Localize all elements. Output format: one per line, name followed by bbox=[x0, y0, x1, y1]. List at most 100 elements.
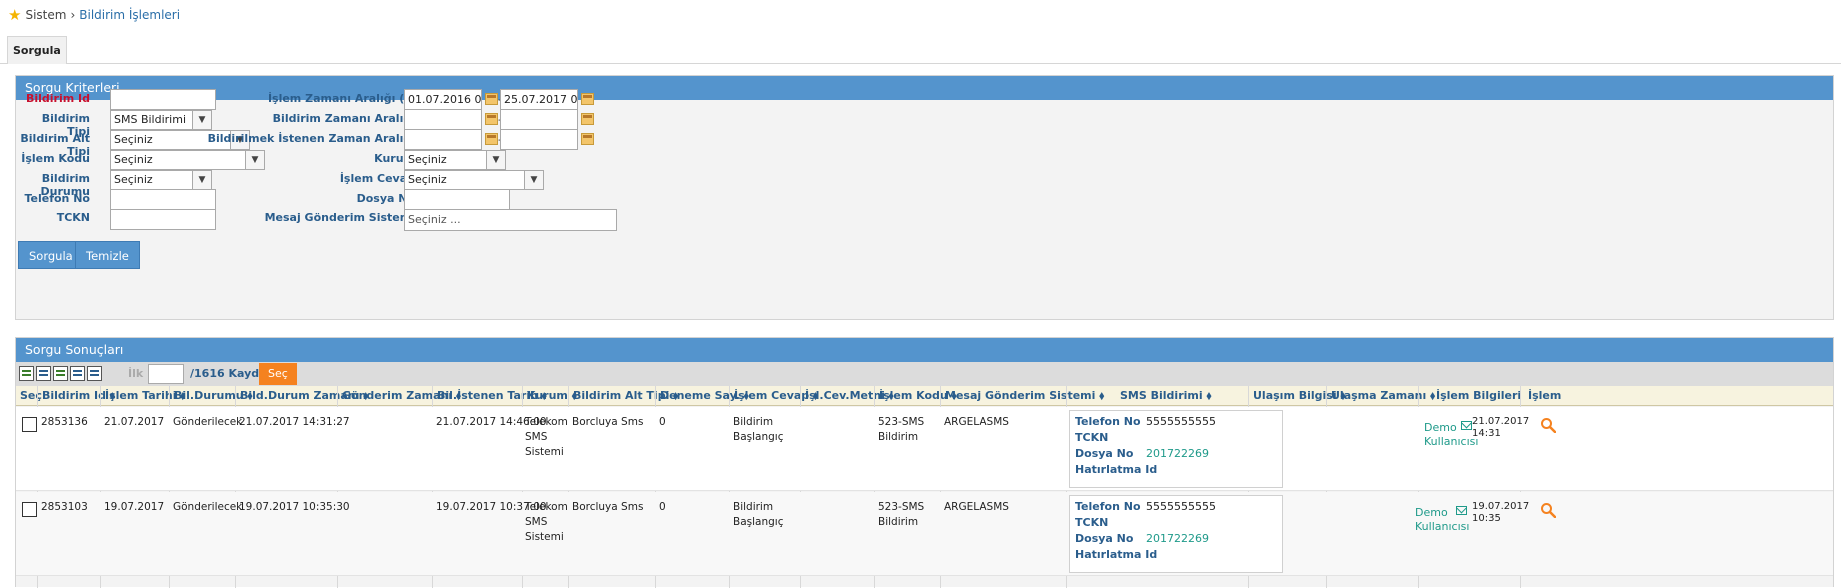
mail-icon[interactable] bbox=[1461, 421, 1472, 430]
calendar-icon[interactable] bbox=[485, 133, 498, 145]
page-input[interactable] bbox=[148, 364, 184, 384]
temizle-button[interactable]: Temizle bbox=[75, 241, 140, 269]
islem-bilgi-date: 21.07.2017 bbox=[1472, 416, 1530, 427]
search-icon[interactable] bbox=[1540, 417, 1556, 433]
bildirim-id-input[interactable] bbox=[110, 89, 216, 110]
breadcrumb-current[interactable]: Bildirim İşlemleri bbox=[79, 8, 180, 22]
cell-deneme: 0 bbox=[659, 501, 666, 513]
cell-alt-tipi: Borcluya Sms bbox=[572, 501, 644, 513]
cell-islem-kodu: 523-SMS Bildirim bbox=[878, 415, 924, 445]
results-panel-title: Sorgu Sonuçları bbox=[16, 338, 1833, 362]
select-all-icon[interactable] bbox=[19, 366, 34, 381]
islem-kodu-select[interactable]: Seçiniz ▼ bbox=[110, 150, 265, 170]
kurum-select[interactable]: Seçiniz ▼ bbox=[404, 150, 506, 170]
row-checkbox[interactable] bbox=[22, 502, 37, 517]
cell-islem-kodu: 523-SMS Bildirim bbox=[878, 500, 924, 530]
row-checkbox[interactable] bbox=[22, 417, 37, 432]
cell-islem-cevap: Bildirim Başlangıç bbox=[733, 415, 783, 445]
cell-bild-durum-zamani: 19.07.2017 10:35:30 bbox=[239, 501, 350, 513]
cell-islem-cevap-line: Başlangıç bbox=[733, 516, 784, 528]
chevron-down-icon[interactable]: ▼ bbox=[486, 151, 505, 169]
cell-islem-cevap: Bildirim Başlangıç bbox=[733, 500, 783, 530]
col-mesaj-gonderim-sistemi[interactable]: Mesaj Gönderim Sistemi ⬧ bbox=[942, 386, 1104, 406]
bildirim-durumu-select[interactable]: Seçiniz ▼ bbox=[110, 170, 212, 190]
calendar-icon[interactable] bbox=[581, 133, 594, 145]
cell-kurum-line: Sistemi bbox=[525, 531, 564, 543]
label-telefon-no: Telefon No bbox=[24, 192, 90, 205]
tab-sorgula[interactable]: Sorgula bbox=[7, 36, 67, 64]
sms-label-tckn: TCKN bbox=[1075, 431, 1109, 444]
bildirilmek-istenen-start-input[interactable] bbox=[404, 129, 482, 150]
star-icon[interactable]: ★ bbox=[8, 7, 21, 23]
first-page-link[interactable]: İlk bbox=[128, 367, 143, 380]
select-checked-icon[interactable] bbox=[53, 366, 68, 381]
cell-bil-durumu: Gönderilecek bbox=[173, 416, 243, 428]
calendar-icon[interactable] bbox=[581, 93, 594, 105]
islem-bilgi-date: 19.07.2017 bbox=[1472, 501, 1530, 512]
sms-label-telefon: Telefon No bbox=[1075, 415, 1141, 428]
chevron-down-icon[interactable]: ▼ bbox=[524, 171, 543, 189]
chevron-down-icon[interactable]: ▼ bbox=[245, 151, 264, 169]
mesaj-gonderim-sistemi-input[interactable]: Seçiniz ... bbox=[404, 209, 617, 231]
cell-kurum: Telekom SMS Sistemi bbox=[525, 500, 568, 545]
table-row[interactable]: 2853103 19.07.2017 Gönderilecek 19.07.20… bbox=[16, 492, 1833, 576]
col-islem-bilgileri: İşlem Bilgileri bbox=[1436, 389, 1522, 402]
bildirim-alt-tipi-value: Seçiniz bbox=[114, 133, 153, 146]
export-icon[interactable] bbox=[87, 366, 102, 381]
calendar-icon[interactable] bbox=[581, 113, 594, 125]
sms-info-box: Telefon No 5555555555 TCKN Dosya No 2017… bbox=[1069, 410, 1283, 488]
search-icon[interactable] bbox=[1540, 502, 1556, 518]
cell-kurum-line: Telekom bbox=[525, 501, 568, 513]
list-unchecked-icon[interactable] bbox=[70, 366, 85, 381]
results-panel: Sorgu Sonuçları İlk /1616 Kaydı Seç Seç … bbox=[15, 337, 1834, 588]
dosya-no-input[interactable] bbox=[404, 189, 510, 210]
sms-value-telefon: 5555555555 bbox=[1146, 500, 1216, 513]
bildirim-zamani-end-input[interactable] bbox=[500, 109, 578, 130]
record-count: /1616 Kaydı bbox=[190, 367, 263, 380]
calendar-icon[interactable] bbox=[485, 113, 498, 125]
islem-bilgi-tarih: 21.07.2017 14:31 bbox=[1472, 416, 1529, 440]
chevron-down-icon[interactable]: ▼ bbox=[192, 111, 211, 129]
cell-islem-cevap-line: Bildirim bbox=[733, 416, 774, 428]
mail-icon[interactable] bbox=[1456, 506, 1467, 515]
breadcrumb-separator: › bbox=[70, 8, 76, 22]
islem-zamani-start-input[interactable]: 01.07.2016 00:00 bbox=[404, 89, 482, 110]
cell-kurum-line: Telekom bbox=[525, 416, 568, 428]
cell-bil-durumu: Gönderilecek bbox=[173, 501, 243, 513]
sms-label-hatirlatma: Hatırlatma Id bbox=[1075, 463, 1158, 476]
cell-mesaj-sistemi: ARGELASMS bbox=[944, 416, 1009, 428]
cell-islem-kodu-line: Bildirim bbox=[878, 431, 919, 443]
islem-cevap-select[interactable]: Seçiniz ▼ bbox=[404, 170, 544, 190]
sms-value-dosya[interactable]: 201722269 bbox=[1146, 532, 1209, 545]
breadcrumb-root[interactable]: Sistem bbox=[25, 8, 66, 22]
cell-islem-kodu-line: 523-SMS bbox=[878, 416, 925, 428]
label-islem-kodu: İşlem Kodu bbox=[21, 152, 90, 165]
sorgula-button[interactable]: Sorgula bbox=[18, 241, 84, 269]
cell-kurum: Telekom SMS Sistemi bbox=[525, 415, 568, 460]
islem-cevap-value: Seçiniz bbox=[408, 173, 447, 186]
table-row[interactable]: 2853136 21.07.2017 Gönderilecek 21.07.20… bbox=[16, 407, 1833, 491]
bildirilmek-istenen-end-input[interactable] bbox=[500, 129, 578, 150]
col-ulasma-zamani[interactable]: Ulaşma Zamanı ⬧ bbox=[1328, 386, 1435, 406]
label-mesaj-gonderim-sistemi: Mesaj Gönderim Sistemi bbox=[264, 211, 415, 224]
bildirim-zamani-start-input[interactable] bbox=[404, 109, 482, 130]
sms-value-dosya[interactable]: 201722269 bbox=[1146, 447, 1209, 460]
bildirim-tipi-select[interactable]: SMS Bildirimi ▼ bbox=[110, 110, 212, 130]
chevron-down-icon[interactable]: ▼ bbox=[192, 171, 211, 189]
islem-zamani-end-input[interactable]: 25.07.2017 00:00 bbox=[500, 89, 578, 110]
sms-label-telefon: Telefon No bbox=[1075, 500, 1141, 513]
cell-bild-durum-zamani: 21.07.2017 14:31:27 bbox=[239, 416, 350, 428]
sec-button[interactable]: Seç bbox=[259, 363, 297, 385]
label-islem-zamani-araligi: İşlem Zamanı Aralığı (*) bbox=[267, 92, 415, 105]
col-sms-bildirimi[interactable]: SMS Bildirimi ⬧ bbox=[1117, 386, 1211, 406]
calendar-icon[interactable] bbox=[485, 93, 498, 105]
tab-bar: Sorgula bbox=[0, 36, 1841, 64]
cell-kurum-line: SMS bbox=[525, 516, 548, 528]
cell-deneme: 0 bbox=[659, 416, 666, 428]
telefon-no-input[interactable] bbox=[110, 189, 216, 210]
kurum-value: Seçiniz bbox=[408, 153, 447, 166]
cell-alt-tipi: Borcluya Sms bbox=[572, 416, 644, 428]
list-icon[interactable] bbox=[36, 366, 51, 381]
sms-label-dosya: Dosya No bbox=[1075, 447, 1134, 460]
tckn-input[interactable] bbox=[110, 209, 216, 230]
